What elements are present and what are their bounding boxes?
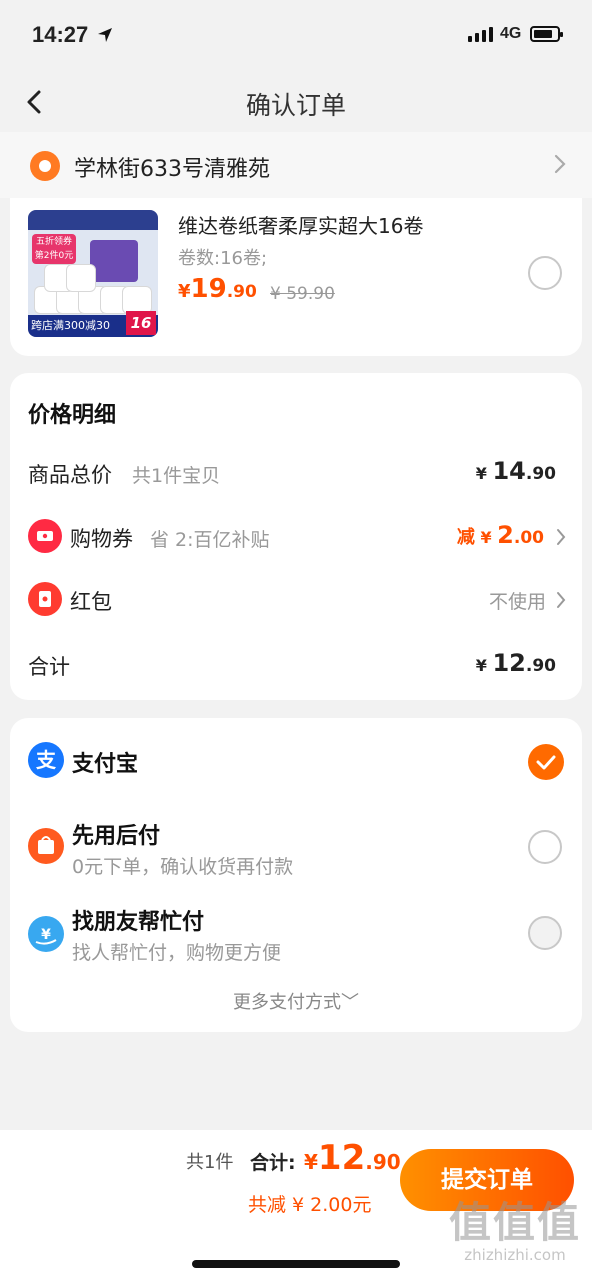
payment-name: 支付宝 [72, 752, 139, 777]
chevron-right-icon [557, 592, 566, 608]
goods-total-label: 商品总价 [28, 463, 112, 487]
product-title[interactable]: 维达卷纸奢柔厚实超大16卷 [178, 210, 423, 239]
total-amount: ¥12.90 [304, 1138, 401, 1178]
watermark: 值值值 zhizhizhi.com [448, 1198, 581, 1264]
friend-pay-radio[interactable] [528, 916, 562, 950]
thumb-rolls [34, 256, 152, 314]
pay-later-radio[interactable] [528, 830, 562, 864]
battery-icon [530, 26, 563, 42]
coupon-row[interactable]: 购物券 省 2:百亿补贴 减 ¥ 2.00 [10, 517, 582, 557]
product-card: 五折领券 第2件0元 跨店满300减30 16 维达卷纸奢柔厚实超大16卷 卷数… [10, 198, 582, 356]
product-spec: 卷数:16卷; [178, 248, 268, 269]
product-original-price: ¥ 59.90 [270, 284, 335, 304]
red-packet-icon [28, 582, 62, 616]
location-arrow-icon [98, 28, 112, 42]
red-packet-value: 不使用 [488, 591, 546, 613]
home-indicator[interactable] [192, 1260, 400, 1268]
alipay-icon: 支 [28, 742, 64, 778]
coupon-icon [28, 519, 62, 553]
total-value: ¥ 12.90 [475, 649, 556, 677]
price-detail-card: 价格明细 商品总价 共1件宝贝 ¥ 14.90 购物券 省 2:百亿补贴 减 ¥… [10, 373, 582, 700]
product-select-radio[interactable] [528, 256, 562, 290]
payment-name: 先用后付 [72, 824, 161, 849]
coupon-label: 购物券 [70, 527, 133, 551]
goods-count: 共1件宝贝 [132, 465, 221, 487]
address-text: 学林街633号清雅苑 [74, 157, 270, 182]
chevron-right-icon [554, 154, 566, 174]
payment-desc: 找人帮忙付，购物更方便 [72, 942, 282, 964]
svg-text:¥: ¥ [41, 927, 51, 943]
total-label: 合计 [28, 655, 70, 679]
total-label: 合计: [250, 1152, 296, 1174]
goods-total-value: ¥ 14.90 [475, 457, 556, 485]
status-time: 14:27 [32, 22, 89, 47]
coupon-desc: 省 2:百亿补贴 [150, 529, 270, 551]
goods-total-row: 商品总价 共1件宝贝 ¥ 14.90 [10, 453, 582, 493]
pay-later-icon [28, 828, 64, 864]
item-count: 共1件 [186, 1152, 234, 1173]
thumb-brand-strip [28, 210, 158, 230]
payment-desc: 0元下单，确认收货再付款 [72, 856, 294, 878]
product-price: ¥19.90 [178, 274, 257, 304]
red-packet-label: 红包 [70, 590, 112, 614]
thumb-count-badge: 16 [126, 311, 156, 335]
price-detail-heading: 价格明细 [28, 403, 117, 428]
signal-icon [468, 27, 493, 42]
more-payment-methods[interactable]: 更多支付方式﹀ [10, 988, 582, 1014]
total-row: 合计 ¥ 12.90 [10, 645, 582, 685]
network-type: 4G [500, 25, 522, 42]
location-pin-icon [30, 151, 60, 181]
status-bar: 14:27 4G [0, 0, 592, 70]
coupon-value: 减 ¥ 2.00 [456, 521, 544, 549]
saved-amount: 共减 ¥ 2.00元 [248, 1194, 372, 1216]
chevron-right-icon [557, 529, 566, 545]
check-icon[interactable] [528, 744, 564, 780]
friend-pay-icon: ¥ [28, 916, 64, 952]
payment-name: 找朋友帮忙付 [72, 910, 205, 935]
page-title: 确认订单 [245, 91, 346, 120]
payment-card: 支 支付宝 先用后付 0元下单，确认收货再付款 ¥ 找朋友帮忙付 找人帮忙付，购… [10, 718, 582, 1032]
svg-text:支: 支 [36, 748, 57, 772]
red-packet-row[interactable]: 红包 不使用 [10, 580, 582, 620]
nav-bar: 确认订单 [0, 70, 592, 132]
product-thumbnail[interactable]: 五折领券 第2件0元 跨店满300减30 16 [28, 210, 158, 337]
address-row[interactable]: 学林街633号清雅苑 [0, 132, 592, 198]
